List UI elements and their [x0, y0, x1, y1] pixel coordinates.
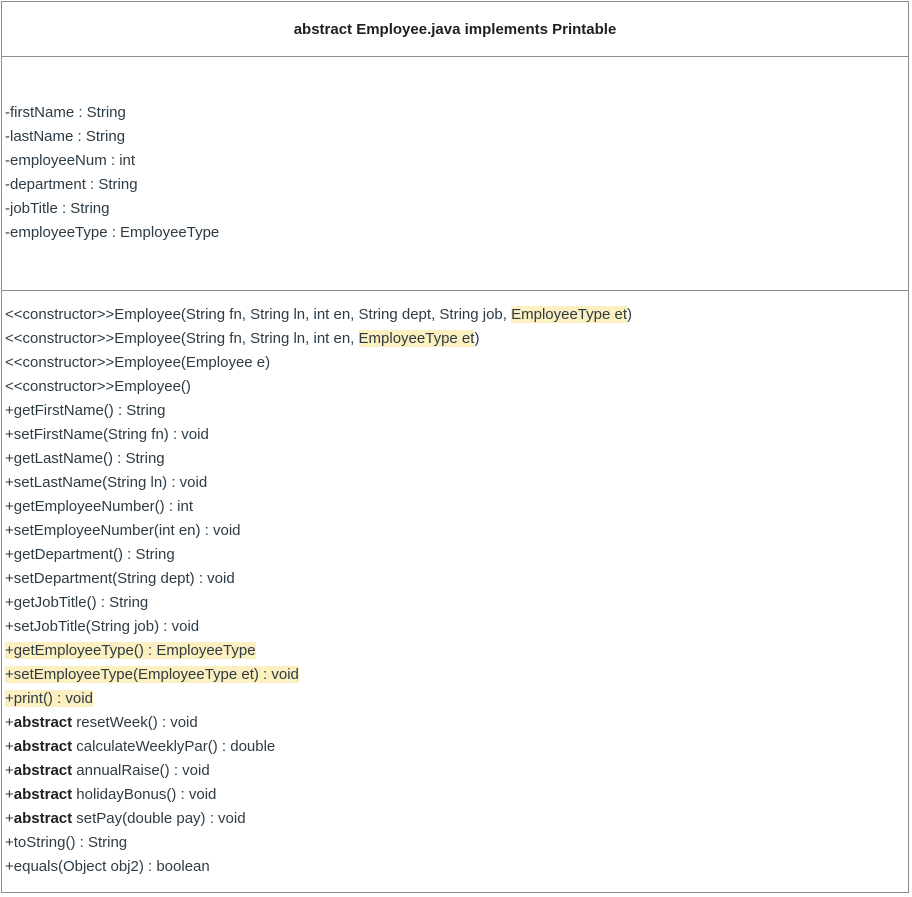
method-visibility: +: [5, 762, 14, 779]
highlighted-param: EmployeeType et: [358, 330, 475, 347]
attribute-first-name: -firstName : String: [5, 104, 126, 121]
attribute-last-name: -lastName : String: [5, 128, 126, 145]
method-annual-raise: +abstract annualRaise() : void: [2, 759, 908, 783]
method-get-employee-number: +getEmployeeNumber() : int: [5, 498, 193, 515]
method-visibility: +: [5, 714, 14, 731]
attribute-employee-num: -employeeNum : int: [5, 152, 136, 169]
abstract-keyword: abstract: [13, 762, 73, 779]
abstract-keyword: abstract: [13, 714, 73, 731]
method-set-pay: +abstract setPay(double pay) : void: [2, 807, 908, 831]
attributes-section: -firstName : String -lastName : String -…: [2, 57, 908, 291]
methods-section: <<constructor>>Employee(String fn, Strin…: [2, 291, 908, 879]
method-reset-week: +abstract resetWeek() : void: [2, 711, 908, 735]
method-visibility: +: [5, 810, 14, 827]
method-calculate-weekly-par: +abstract calculateWeeklyPar() : double: [2, 735, 908, 759]
class-title: abstract Employee.java implements Printa…: [293, 20, 617, 38]
method-holiday-bonus: +abstract holidayBonus() : void: [2, 783, 908, 807]
method-print: +print() : void: [2, 687, 908, 711]
method-set-last-name: +setLastName(String ln) : void: [5, 474, 208, 491]
highlighted-method: +print() : void: [5, 690, 93, 707]
method-visibility: +: [5, 738, 14, 755]
uml-class-box: abstract Employee.java implements Printa…: [1, 1, 909, 893]
method-text-end: ): [474, 330, 480, 347]
method-signature: annualRaise() : void: [72, 762, 210, 779]
method-signature: resetWeek() : void: [72, 714, 198, 731]
method-signature: setPay(double pay) : void: [72, 810, 246, 827]
method-get-last-name: +getLastName() : String: [5, 450, 165, 467]
method-text: <<constructor>>Employee(String fn, Strin…: [5, 306, 512, 323]
method-get-department: +getDepartment() : String: [5, 546, 175, 563]
method-set-first-name: +setFirstName(String fn) : void: [5, 426, 209, 443]
method-set-employee-number: +setEmployeeNumber(int en) : void: [5, 522, 241, 539]
method-text: <<constructor>>Employee(String fn, Strin…: [5, 330, 359, 347]
method-constructor-full: <<constructor>>Employee(String fn, Strin…: [2, 303, 908, 327]
attribute-employee-type: -employeeType : EmployeeType: [5, 224, 220, 241]
method-set-department: +setDepartment(String dept) : void: [5, 570, 235, 587]
method-to-string: +toString() : String: [5, 834, 128, 851]
attribute-job-title: -jobTitle : String: [5, 200, 110, 217]
highlighted-method: +getEmployeeType() : EmployeeType: [5, 642, 256, 659]
method-get-first-name: +getFirstName() : String: [5, 402, 166, 419]
class-header: abstract Employee.java implements Printa…: [2, 2, 908, 57]
method-get-job-title: +getJobTitle() : String: [5, 594, 149, 611]
method-visibility: +: [5, 786, 14, 803]
attribute-department: -department : String: [5, 176, 138, 193]
method-set-job-title: +setJobTitle(String job) : void: [5, 618, 200, 635]
abstract-keyword: abstract: [13, 738, 73, 755]
method-signature: calculateWeeklyPar() : double: [72, 738, 276, 755]
abstract-keyword: abstract: [13, 786, 73, 803]
method-text-end: ): [627, 306, 633, 323]
method-constructor-copy: <<constructor>>Employee(Employee e): [5, 354, 271, 371]
highlighted-method: +setEmployeeType(EmployeeType et) : void: [5, 666, 299, 683]
method-get-employee-type: +getEmployeeType() : EmployeeType: [2, 639, 908, 663]
abstract-keyword: abstract: [13, 810, 73, 827]
method-constructor-short: <<constructor>>Employee(String fn, Strin…: [2, 327, 908, 351]
method-set-employee-type: +setEmployeeType(EmployeeType et) : void: [2, 663, 908, 687]
method-constructor-default: <<constructor>>Employee(): [5, 378, 191, 395]
highlighted-param: EmployeeType et: [511, 306, 628, 323]
method-signature: holidayBonus() : void: [72, 786, 217, 803]
method-equals: +equals(Object obj2) : boolean: [5, 858, 210, 875]
